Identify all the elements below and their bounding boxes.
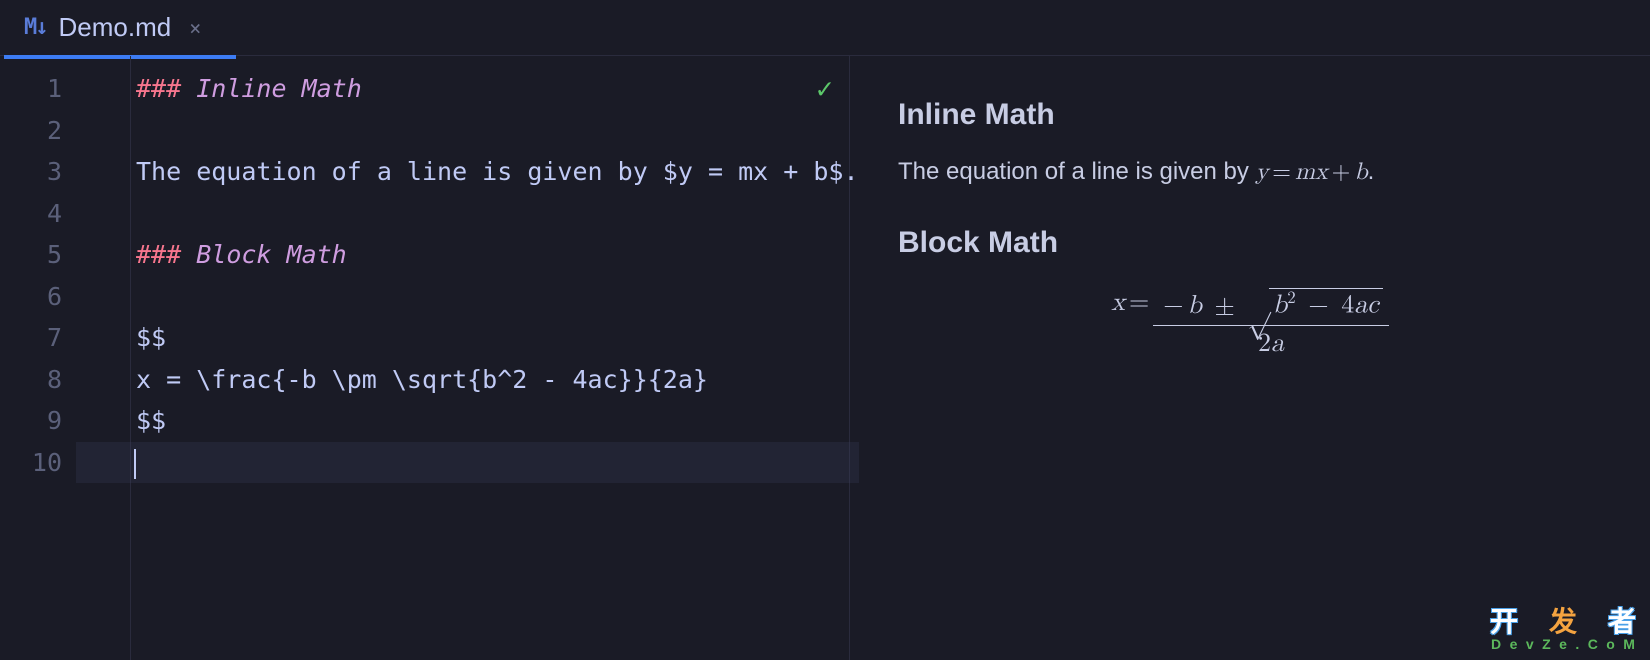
code-line[interactable]: The equation of a line is given by $y = … [136,151,859,193]
preview-text: The equation of a line is given by [898,158,1256,185]
math-sqrt: √ b2 − 4ac [1247,288,1382,322]
line-number: 2 [0,110,76,152]
preview-heading-block-math: Block Math [898,226,1602,260]
line-number: 3 [0,151,76,193]
code-line[interactable] [136,110,859,152]
code-editor[interactable]: ### Inline Math The equation of a line is… [76,56,859,660]
block-math: x = −b ± √ b2 − 4ac 2a [898,288,1602,360]
line-number: 4 [0,193,76,235]
code-line[interactable]: ### Block Math [136,234,859,276]
preview-text: . [1368,158,1375,185]
code-line[interactable] [136,193,859,235]
code-line[interactable]: $$ [136,400,859,442]
tab-title: Demo.md [59,12,172,43]
line-number: 5 [0,234,76,276]
text-cursor [134,449,136,479]
tab-bar: M↓ Demo.md × [0,0,1650,56]
inline-math: y=mx+b [1256,160,1368,184]
line-number: 1 [0,68,76,110]
line-number-gutter: 12345678910 [0,56,76,660]
code-line[interactable] [76,442,859,484]
code-line[interactable]: ### Inline Math [136,68,859,110]
preview-pane: Inline Math The equation of a line is gi… [850,56,1650,660]
preview-heading-inline-math: Inline Math [898,98,1602,132]
close-icon[interactable]: × [189,16,201,40]
preview-paragraph: The equation of a line is given by y=mx+… [898,154,1602,190]
checkmark-icon: ✓ [816,72,833,105]
line-number: 6 [0,276,76,318]
code-line[interactable] [136,276,859,318]
tab-demo-md[interactable]: M↓ Demo.md × [0,0,221,55]
editor-pane[interactable]: 12345678910 ### Inline MathThe equation … [0,56,850,660]
line-number: 8 [0,359,76,401]
line-number: 7 [0,317,76,359]
line-number: 9 [0,400,76,442]
math-fraction: −b ± √ b2 − 4ac 2a [1153,288,1389,360]
markdown-icon: M↓ [24,15,47,40]
code-line[interactable]: $$ [136,317,859,359]
main-split: 12345678910 ### Inline Math The equation … [0,56,1650,660]
code-line[interactable]: x = \frac{-b \pm \sqrt{b^2 - 4ac}}{2a} [136,359,859,401]
line-number: 10 [0,442,76,484]
